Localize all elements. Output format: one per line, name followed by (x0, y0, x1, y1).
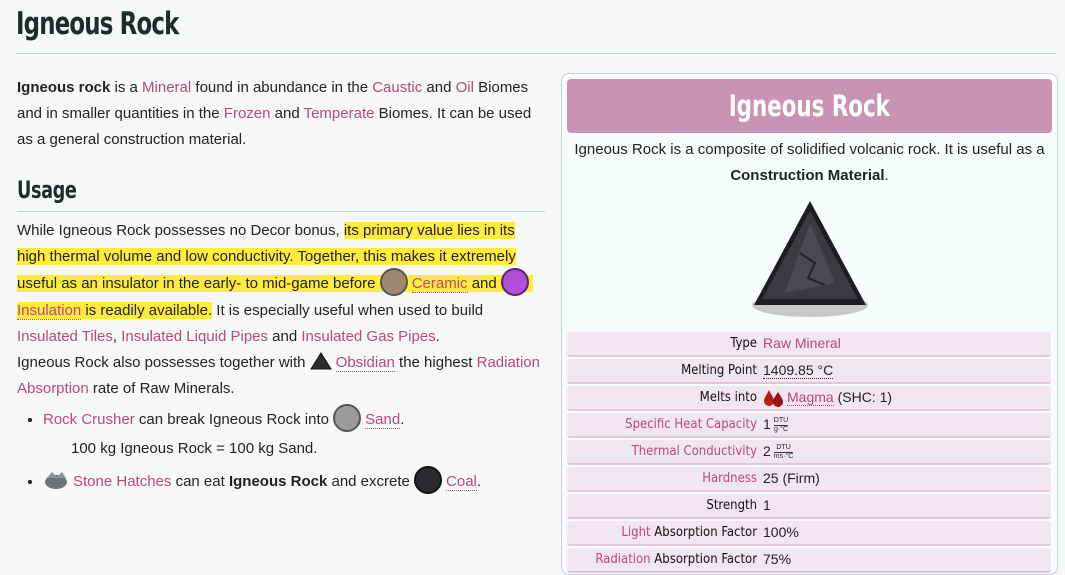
text: . (400, 410, 405, 428)
link-sand[interactable]: Sand (365, 410, 401, 429)
property-label: Type (730, 336, 757, 351)
link-light[interactable]: Light (621, 525, 650, 540)
property-label: Strength (706, 498, 757, 513)
text: and (268, 328, 302, 345)
link-raw-mineral[interactable]: Raw Mineral (763, 335, 841, 351)
property-row: Melting Point 1409.85 °C (567, 359, 1051, 384)
link-mineral[interactable]: Mineral (142, 79, 191, 96)
text: Igneous Rock is a composite of solidifie… (574, 141, 1045, 158)
link-ceramic[interactable]: Ceramic (411, 274, 468, 293)
property-row: Melts into Magma (SHC: 1) (567, 386, 1051, 411)
text: . (884, 167, 889, 184)
link-insulation[interactable]: Insulation (17, 302, 82, 320)
property-label: Melting Point (681, 363, 757, 378)
infobox: Igneous Rock Igneous Rock is a composite… (561, 73, 1058, 575)
intro-bold: Igneous rock (17, 79, 111, 96)
bold-text: Construction Material (730, 167, 885, 184)
link-frozen[interactable]: Frozen (224, 105, 271, 122)
conversion-note: 100 kg Igneous Rock = 100 kg Sand. (71, 440, 318, 457)
text: is a (110, 79, 143, 96)
property-row: Hardness 25 (Firm) (567, 467, 1051, 492)
page: Igneous Rock Igneous rock is a Mineral f… (0, 0, 1065, 575)
text: rate of Raw Minerals. (88, 380, 235, 397)
text: Igneous Rock also possesses together wit… (17, 354, 310, 371)
property-row: Light Absorption Factor 100% (567, 521, 1051, 546)
sand-icon (333, 404, 362, 432)
text: , (112, 328, 122, 345)
infobox-description: Igneous Rock is a composite of solidifie… (562, 133, 1057, 189)
link-magma[interactable]: Magma (787, 389, 834, 406)
text: . (476, 472, 482, 490)
list-item: Stone Hatches can eat Igneous Rock and e… (43, 466, 547, 496)
property-row: Specific Heat Capacity 1 DTU g·°C (567, 413, 1051, 438)
property-value: 100% (763, 524, 799, 540)
text: found in abundance in the (191, 79, 373, 96)
text: . (435, 328, 440, 345)
infobox-title-bar: Igneous Rock (567, 79, 1052, 133)
list-item: Rock Crusher can break Igneous Rock into… (43, 404, 547, 462)
link-insulated-liquid-pipes[interactable]: Insulated Liquid Pipes (121, 328, 268, 345)
magma-icon (764, 390, 783, 408)
stone-hatch-icon (45, 472, 67, 489)
link-caustic[interactable]: Caustic (372, 79, 422, 96)
link-temperate[interactable]: Temperate (304, 105, 375, 122)
text: ms·°C (773, 452, 794, 460)
link-stone-hatches[interactable]: Stone Hatches (73, 473, 171, 490)
text: and excrete (327, 472, 415, 490)
property-row: Strength 1 (567, 494, 1051, 519)
property-label: Melts into (699, 390, 757, 405)
text: (SHC: 1) (833, 389, 893, 405)
property-value: 1 (763, 497, 771, 513)
text: and (467, 274, 501, 292)
usage-divider (17, 211, 545, 212)
text: g·°C (773, 425, 789, 433)
title-divider (16, 53, 1056, 54)
insulation-icon (500, 268, 529, 296)
article-body: Igneous rock is a Mineral found in abund… (17, 75, 547, 502)
ceramic-icon (379, 268, 408, 296)
property-value: 1409.85 °C (763, 362, 834, 379)
text: can eat (171, 472, 229, 490)
text: DTU (773, 416, 789, 426)
text: While Igneous Rock possesses no Decor bo… (17, 222, 344, 239)
usage-list: Rock Crusher can break Igneous Rock into… (17, 404, 547, 496)
text: can break Igneous Rock into (134, 410, 334, 428)
igneous-rock-image (751, 201, 868, 317)
infobox-properties: Type Raw Mineral Melting Point 1409.85 °C … (567, 332, 1051, 575)
property-label: Light Absorption Factor (567, 521, 763, 544)
link-insulated-gas-pipes[interactable]: Insulated Gas Pipes (301, 328, 435, 345)
text: It is especially useful when used to bui… (212, 302, 484, 319)
property-row: Type Raw Mineral (567, 332, 1051, 357)
property-label[interactable]: Thermal Conductivity (567, 440, 763, 463)
text: and (270, 105, 304, 122)
intro-paragraph: Igneous rock is a Mineral found in abund… (17, 75, 547, 153)
property-row: Thermal Conductivity 2 DTU ms·°C (567, 440, 1051, 465)
text: the highest (394, 354, 477, 371)
usage-paragraph: While Igneous Rock possesses no Decor bo… (17, 218, 547, 402)
link-coal[interactable]: Coal (446, 472, 477, 491)
link-oil[interactable]: Oil (456, 79, 474, 96)
link-obsidian[interactable]: Obsidian (335, 354, 395, 372)
obsidian-icon (309, 352, 332, 370)
text: DTU (773, 444, 794, 453)
link-rock-crusher[interactable]: Rock Crusher (43, 411, 135, 428)
property-row: Radiation Absorption Factor 75% (567, 548, 1051, 573)
property-value: 1 (763, 416, 771, 432)
property-value: 25 (Firm) (763, 470, 820, 486)
unit-fraction: DTU g·°C (773, 416, 789, 434)
property-label[interactable]: Hardness (567, 467, 763, 490)
text: and (422, 79, 456, 96)
link-insulated-tiles[interactable]: Insulated Tiles (17, 328, 113, 345)
coal-icon (414, 466, 443, 494)
bold-text: Igneous Rock (228, 472, 328, 490)
page-title: Igneous Rock (16, 6, 179, 42)
property-label[interactable]: Specific Heat Capacity (567, 413, 763, 436)
infobox-title: Igneous Rock (728, 89, 891, 123)
usage-heading: Usage (17, 176, 77, 204)
unit-fraction: DTU ms·°C (773, 444, 794, 461)
property-value: 2 (763, 443, 771, 459)
text: is readily available. (81, 302, 213, 319)
text: Absorption Factor (650, 525, 757, 540)
